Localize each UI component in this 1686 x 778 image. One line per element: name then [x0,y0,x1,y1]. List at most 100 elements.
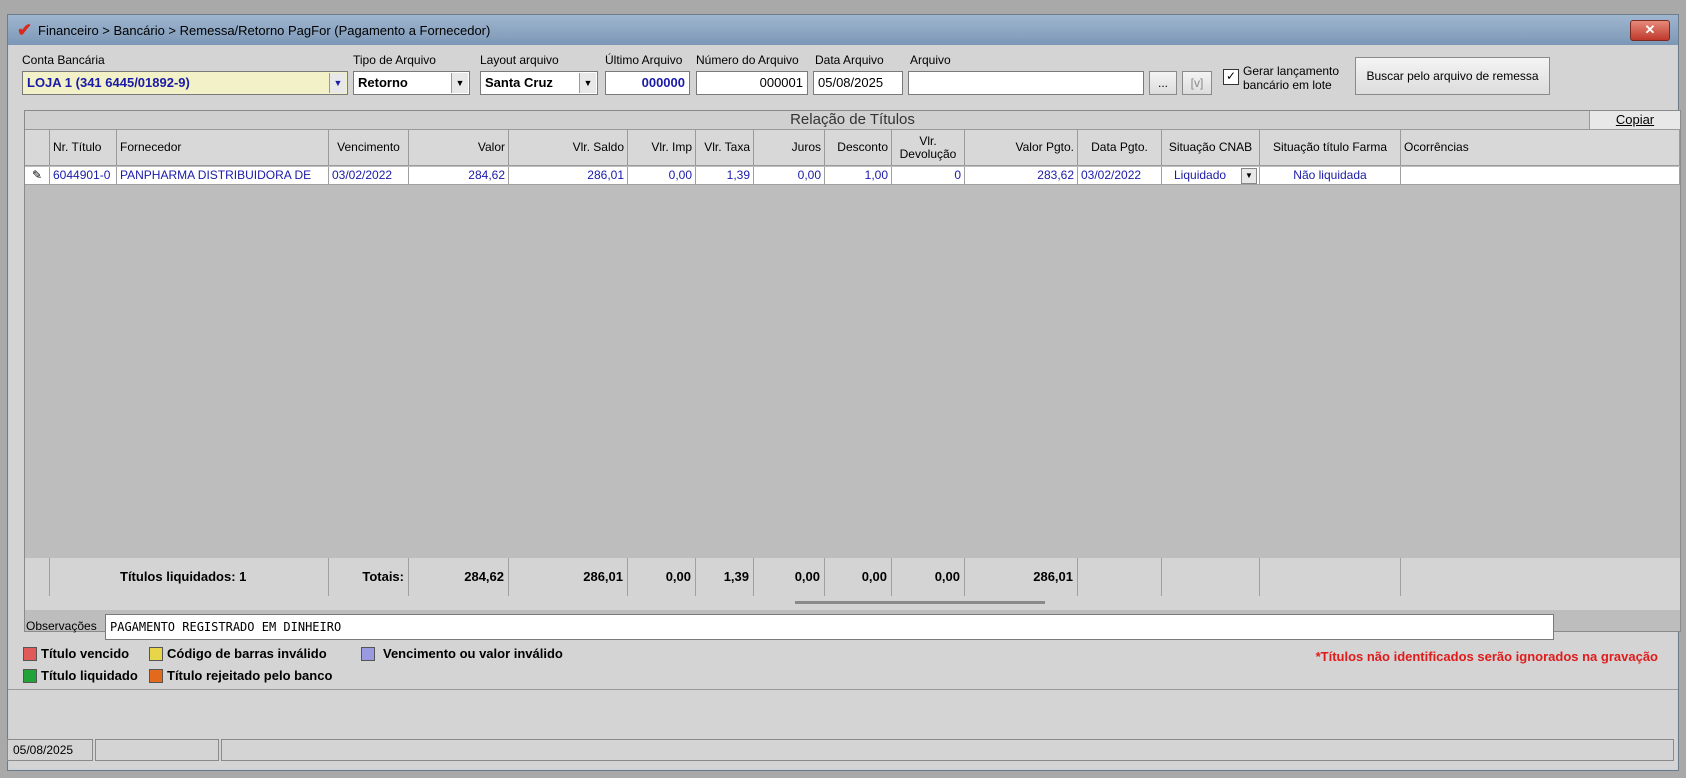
swatch-codigo [149,646,163,661]
gerar-lote-label-1: Gerar lançamento [1243,64,1340,78]
titulos-grid: Relação de Títulos Copiar Nr. Título For… [24,110,1681,632]
table-cell[interactable]: 0,00 [628,167,696,185]
title-bar: ✔ Financeiro > Bancário > Remessa/Retorn… [8,15,1678,45]
legend-codigo: Código de barras inválido [149,646,327,661]
conta-label: Conta Bancária [22,53,105,67]
table-cell[interactable]: 0 [892,167,965,185]
status-panel-3 [221,739,1674,761]
footer-indicator [25,558,50,596]
situacao-cnab-value: Liquidado [1174,168,1227,182]
ultimo-label: Último Arquivo [605,53,683,67]
buscar-remessa-button[interactable]: Buscar pelo arquivo de remessa [1355,57,1550,95]
table-cell[interactable]: Não liquidada [1260,167,1401,185]
table-cell[interactable]: 1,00 [825,167,892,185]
col-valor[interactable]: Valor [409,130,509,166]
main-window: ✔ Financeiro > Bancário > Remessa/Retorn… [7,14,1681,771]
tipo-arquivo-select[interactable]: Retorno ▼ [353,71,470,95]
swatch-venc-valor [361,646,375,661]
data-arquivo-field[interactable]: 05/08/2025 [813,71,903,95]
layout-label: Layout arquivo [480,53,559,67]
window-title: Financeiro > Bancário > Remessa/Retorno … [38,22,491,38]
footer-juros: 0,00 [754,558,825,596]
col-situacao-farma[interactable]: Situação título Farma [1260,130,1401,166]
arquivo-path-field[interactable] [908,71,1144,95]
tipo-arquivo-value: Retorno [358,75,408,90]
warning-text: *Títulos não identificados serão ignorad… [1315,649,1658,664]
conta-bancaria-value: LOJA 1 (341 6445/01892-9) [27,75,190,90]
col-vlr-taxa[interactable]: Vlr. Taxa [696,130,754,166]
conta-bancaria-select[interactable]: LOJA 1 (341 6445/01892-9) ▼ [22,71,348,95]
numero-arquivo-field[interactable]: 000001 [696,71,808,95]
close-button[interactable]: ✕ [1630,20,1670,41]
footer-pgto: 286,01 [965,558,1078,596]
legend-vencido-label: Título vencido [41,646,130,661]
footer-totais-label: Totais: [329,558,409,596]
chevron-down-icon[interactable]: ▼ [579,73,596,93]
table-cell[interactable]: 286,01 [509,167,628,185]
table-cell[interactable]: 0,00 [754,167,825,185]
table-cell[interactable]: 03/02/2022 [329,167,409,185]
col-valor-pgto[interactable]: Valor Pgto. [965,130,1078,166]
horizontal-scrollbar[interactable] [25,596,1680,610]
legend-rejeitado: Título rejeitado pelo banco [149,668,332,683]
col-vlr-imp[interactable]: Vlr. Imp [628,130,696,166]
grid-title: Relação de Títulos [25,111,1680,130]
chevron-down-icon[interactable]: ▼ [1241,168,1257,184]
tipo-label: Tipo de Arquivo [353,53,436,67]
observacoes-input[interactable]: PAGAMENTO REGISTRADO EM DINHEIRO [105,614,1554,640]
table-cell[interactable]: PANPHARMA DISTRIBUIDORA DE [117,167,329,185]
legend-rejeitado-label: Título rejeitado pelo banco [167,668,333,683]
footer-blank [1260,558,1401,596]
col-ocorrencias[interactable]: Ocorrências [1401,130,1680,166]
col-situacao-cnab[interactable]: Situação CNAB [1162,130,1260,166]
chevron-down-icon[interactable]: ▼ [451,73,468,93]
col-juros[interactable]: Juros [754,130,825,166]
situacao-cnab-select[interactable]: Liquidado ▼ [1162,167,1260,185]
footer-devolucao: 0,00 [892,558,965,596]
view-file-button[interactable]: [v] [1182,71,1212,95]
row-edit-icon[interactable]: ✎ [25,167,50,185]
legend-venc-valor: Vencimento ou valor inválido [361,646,563,661]
scrollbar-thumb[interactable] [795,601,1045,604]
gerar-lote-checkbox[interactable]: ✓ [1223,69,1239,85]
col-vlr-devolucao[interactable]: Vlr. Devolução [892,130,965,166]
col-desconto[interactable]: Desconto [825,130,892,166]
status-panel-2 [95,739,219,761]
table-cell[interactable]: 284,62 [409,167,509,185]
col-fornecedor[interactable]: Fornecedor [117,130,329,166]
footer-liquidados: Títulos liquidados: 1 [50,558,329,596]
col-nr-titulo[interactable]: Nr. Título [50,130,117,166]
layout-arquivo-value: Santa Cruz [485,75,553,90]
legend-liquidado: Título liquidado [23,668,138,683]
numero-label: Número do Arquivo [696,53,799,67]
footer-blank [1401,558,1680,596]
footer-saldo: 286,01 [509,558,628,596]
col-vlr-saldo[interactable]: Vlr. Saldo [509,130,628,166]
swatch-rejeitado [149,668,163,683]
ultimo-arquivo-field[interactable]: 000000 [605,71,690,95]
arquivo-label: Arquivo [910,53,951,67]
legend-venc-valor-label: Vencimento ou valor inválido [383,646,563,661]
col-data-pgto[interactable]: Data Pgto. [1078,130,1162,166]
footer-imp: 0,00 [628,558,696,596]
gerar-lote-label-2: bancário em lote [1243,78,1332,92]
row-indicator-header [25,130,50,166]
layout-arquivo-select[interactable]: Santa Cruz ▼ [480,71,598,95]
legend-vencido: Título vencido [23,646,129,661]
browse-file-button[interactable]: ... [1149,71,1177,95]
footer-valor: 284,62 [409,558,509,596]
col-vencimento[interactable]: Vencimento [329,130,409,166]
table-cell[interactable]: 1,39 [696,167,754,185]
status-date: 05/08/2025 [7,739,93,761]
table-cell[interactable]: 283,62 [965,167,1078,185]
swatch-vencido [23,646,37,661]
table-cell[interactable]: 03/02/2022 [1078,167,1162,185]
observacoes-label: Observações [26,619,97,633]
table-cell[interactable] [1401,167,1680,185]
footer-taxa: 1,39 [696,558,754,596]
swatch-liquidado [23,668,37,683]
table-cell[interactable]: 6044901-0 [50,167,117,185]
chevron-down-icon[interactable]: ▼ [329,73,346,93]
footer-blank [1078,558,1162,596]
copy-button[interactable]: Copiar [1589,111,1680,129]
